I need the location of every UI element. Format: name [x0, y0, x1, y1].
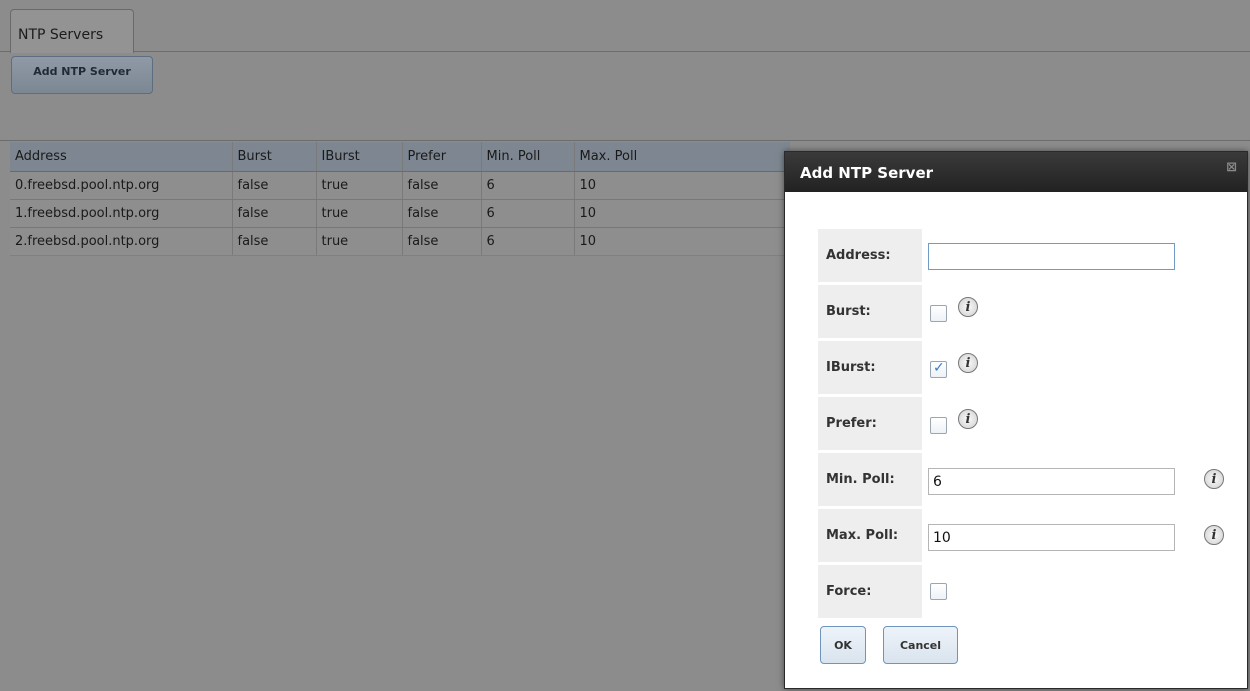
- ntp-servers-table: Address Burst IBurst Prefer Min. Poll Ma…: [10, 142, 790, 256]
- table-header-row: Address Burst IBurst Prefer Min. Poll Ma…: [10, 142, 790, 172]
- form-row-force: Force:: [818, 565, 1238, 618]
- column-header-iburst[interactable]: IBurst: [316, 142, 403, 172]
- max-poll-info-icon[interactable]: i: [1204, 525, 1224, 545]
- cell-max-poll: 10: [574, 199, 790, 228]
- force-checkbox[interactable]: [930, 583, 947, 600]
- cell-iburst: true: [316, 171, 403, 200]
- table-row[interactable]: 2.freebsd.pool.ntp.org false true false …: [10, 227, 790, 256]
- iburst-info-icon[interactable]: i: [958, 353, 978, 373]
- prefer-checkbox[interactable]: [930, 417, 947, 434]
- cell-iburst: true: [316, 199, 403, 228]
- burst-checkbox[interactable]: [930, 305, 947, 322]
- form-row-prefer: Prefer: i: [818, 397, 1238, 450]
- burst-info-icon[interactable]: i: [958, 297, 978, 317]
- address-label: Address:: [818, 229, 922, 282]
- prefer-info-icon[interactable]: i: [958, 409, 978, 429]
- cell-min-poll: 6: [481, 171, 575, 200]
- cell-max-poll: 10: [574, 227, 790, 256]
- cell-prefer: false: [402, 227, 482, 256]
- add-ntp-server-button[interactable]: Add NTP Server: [11, 56, 153, 94]
- add-ntp-server-dialog: Add NTP Server ⊠ Address: Burst: i IBurs…: [784, 151, 1248, 689]
- burst-label: Burst:: [818, 285, 922, 338]
- dialog-titlebar[interactable]: Add NTP Server ⊠: [785, 152, 1247, 192]
- form-row-iburst: IBurst: i: [818, 341, 1238, 394]
- dialog-title: Add NTP Server: [800, 164, 934, 182]
- cell-prefer: false: [402, 199, 482, 228]
- column-header-address[interactable]: Address: [10, 142, 233, 172]
- prefer-label: Prefer:: [818, 397, 922, 450]
- iburst-label: IBurst:: [818, 341, 922, 394]
- max-poll-input[interactable]: [928, 524, 1175, 551]
- max-poll-label: Max. Poll:: [818, 509, 922, 562]
- form-row-min-poll: Min. Poll: i: [818, 453, 1238, 506]
- cell-min-poll: 6: [481, 199, 575, 228]
- close-icon[interactable]: ⊠: [1226, 152, 1237, 184]
- column-header-min-poll[interactable]: Min. Poll: [481, 142, 575, 172]
- address-input[interactable]: [928, 243, 1175, 270]
- force-label: Force:: [818, 565, 922, 618]
- form-row-max-poll: Max. Poll: i: [818, 509, 1238, 562]
- cell-max-poll: 10: [574, 171, 790, 200]
- table-row[interactable]: 1.freebsd.pool.ntp.org false true false …: [10, 199, 790, 228]
- min-poll-info-icon[interactable]: i: [1204, 469, 1224, 489]
- column-header-max-poll[interactable]: Max. Poll: [574, 142, 790, 172]
- cell-min-poll: 6: [481, 227, 575, 256]
- column-header-prefer[interactable]: Prefer: [402, 142, 482, 172]
- tab-ntp-servers[interactable]: NTP Servers: [10, 9, 134, 53]
- table-row[interactable]: 0.freebsd.pool.ntp.org false true false …: [10, 171, 790, 200]
- cell-burst: false: [232, 199, 317, 228]
- iburst-checkbox[interactable]: [930, 360, 947, 378]
- form-row-burst: Burst: i: [818, 285, 1238, 338]
- ok-button[interactable]: OK: [820, 626, 866, 664]
- cell-address: 0.freebsd.pool.ntp.org: [10, 171, 233, 200]
- cell-address: 2.freebsd.pool.ntp.org: [10, 227, 233, 256]
- min-poll-label: Min. Poll:: [818, 453, 922, 506]
- cell-prefer: false: [402, 171, 482, 200]
- cell-burst: false: [232, 227, 317, 256]
- form-row-address: Address:: [818, 229, 1238, 282]
- cell-iburst: true: [316, 227, 403, 256]
- column-header-burst[interactable]: Burst: [232, 142, 317, 172]
- cancel-button[interactable]: Cancel: [883, 626, 958, 664]
- min-poll-input[interactable]: [928, 468, 1175, 495]
- cell-burst: false: [232, 171, 317, 200]
- cell-address: 1.freebsd.pool.ntp.org: [10, 199, 233, 228]
- tab-bar: NTP Servers: [0, 0, 1250, 53]
- grid-divider: [0, 140, 1250, 141]
